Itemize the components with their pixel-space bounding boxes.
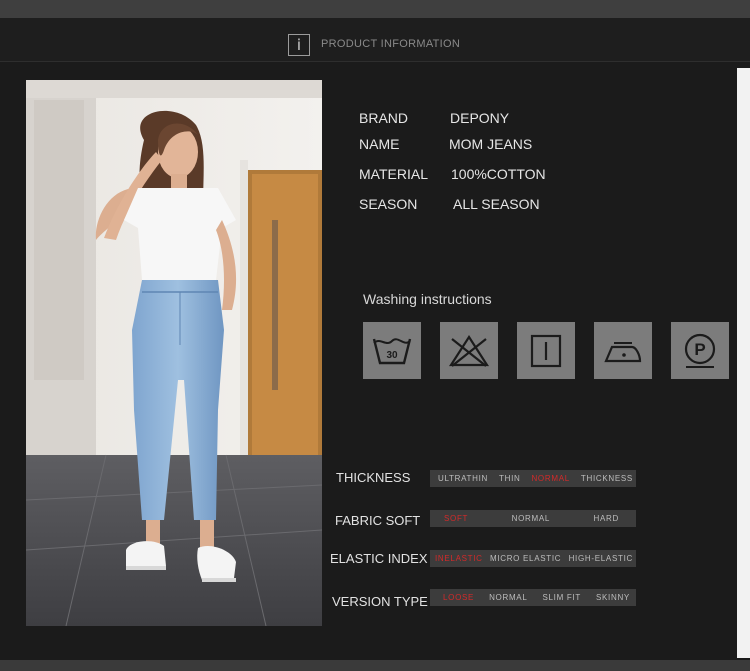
spec-label: NAME (359, 136, 400, 152)
spec-label: BRAND (359, 110, 409, 126)
bottom-bar (0, 660, 750, 671)
rating-bar-elastic-index: INELASTIC MICRO ELASTIC HIGH-ELASTIC (430, 550, 636, 567)
rating-label-version-type: VERSION TYPE (332, 594, 428, 609)
rating-label-elastic-index: ELASTIC INDEX (330, 551, 428, 566)
rating-option: THICKNESS (580, 474, 633, 483)
svg-text:30: 30 (386, 350, 398, 361)
page-edge (737, 68, 750, 658)
svg-text:P: P (694, 340, 705, 359)
rating-option: SKINNY (595, 593, 630, 602)
rating-option: HIGH-ELASTIC (568, 554, 633, 563)
spec-value: 100%COTTON (451, 166, 546, 182)
product-photo (26, 80, 322, 626)
tumble-dry-icon (517, 322, 575, 379)
top-bar (0, 0, 750, 18)
rating-option: NORMAL (511, 514, 551, 523)
info-icon: i (288, 34, 310, 56)
rating-option-selected: LOOSE (443, 593, 475, 602)
spec-value: DEPONY (450, 110, 510, 126)
rating-option-selected: INELASTIC (435, 554, 483, 563)
spec-value: MOM JEANS (449, 136, 533, 152)
rating-bar-thickness: ULTRATHIN THIN NORMAL THICKNESS (430, 470, 636, 487)
rating-option: HARD (593, 514, 619, 523)
washing-title: Washing instructions (363, 291, 492, 307)
rating-label-thickness: THICKNESS (336, 470, 411, 485)
spec-label: MATERIAL (359, 166, 428, 182)
dry-clean-p-icon: P (671, 322, 729, 379)
iron-icon (594, 322, 652, 379)
rating-bar-version-type: LOOSE NORMAL SLIM FIT SKINNY (430, 589, 636, 606)
rating-option: SLIM FIT (542, 593, 581, 602)
wash-30-icon: 30 (363, 322, 421, 379)
spec-label: SEASON (359, 196, 418, 212)
rating-label-fabric-soft: FABRIC SOFT (335, 513, 421, 528)
rating-bar-fabric-soft: SOFT NORMAL HARD (430, 510, 636, 527)
rating-option: ULTRATHIN (438, 474, 489, 483)
rating-option: MICRO ELASTIC (489, 554, 562, 563)
header-divider (0, 61, 750, 62)
rating-option: THIN (499, 474, 521, 483)
section-title: PRODUCT INFORMATION (321, 38, 461, 50)
rating-option-selected: SOFT (444, 514, 469, 523)
rating-option-selected: NORMAL (531, 474, 570, 483)
do-not-bleach-icon (440, 322, 498, 379)
rating-option: NORMAL (489, 593, 528, 602)
spec-value: ALL SEASON (453, 196, 540, 212)
